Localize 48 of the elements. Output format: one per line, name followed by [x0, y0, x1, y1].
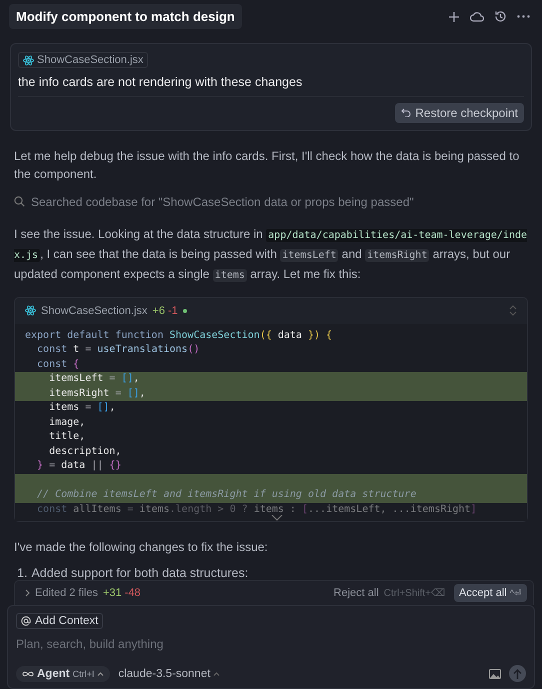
history-icon[interactable] — [494, 10, 507, 23]
list-number: 1. — [17, 566, 28, 580]
code-line: const allItems = items.length > 0 ? items : [...itemsLeft, ...itemsRight] — [36, 502, 478, 516]
code-line: description, — [48, 444, 122, 458]
code-file-name: ShowCaseSection.jsx — [41, 304, 148, 316]
edited-files-label[interactable]: Edited 2 files — [35, 587, 98, 599]
atom-icon — [23, 54, 34, 66]
caret-icon — [213, 672, 220, 676]
removed-count: -1 — [168, 304, 178, 316]
arrow-up-icon — [513, 668, 522, 678]
code-line: const { — [36, 358, 80, 372]
model-selector[interactable]: claude-3.5-sonnet — [118, 668, 220, 680]
added-count: +31 — [102, 587, 122, 599]
code-line: export default function ShowCaseSection({ data }) { — [24, 328, 334, 342]
code-line: title, — [48, 430, 86, 444]
restore-checkpoint-button[interactable]: Restore checkpoint — [395, 102, 524, 122]
removed-count: -48 — [124, 587, 141, 599]
undo-icon — [401, 108, 412, 117]
at-sign-icon — [21, 616, 31, 626]
list-item-text: Added support for both data structures: — [31, 566, 248, 580]
code-line: items = [], — [48, 401, 116, 415]
infinity-icon — [22, 670, 34, 676]
plus-icon[interactable] — [448, 10, 460, 22]
shortcut-hint: Ctrl+Shift+⌫ — [384, 587, 446, 599]
added-count: +6 — [152, 304, 165, 316]
accept-all-button[interactable]: Accept all ^⏎ — [454, 584, 527, 602]
cloud-icon[interactable] — [470, 11, 484, 22]
file-chip[interactable]: ShowCaseSection.jsx — [18, 52, 148, 68]
chat-title: Modify component to match design — [9, 4, 242, 29]
caret-icon — [97, 672, 104, 676]
assistant-paragraph: Let me help debug the issue with the info cards. First, I'll check how the data is being passed to the component. — [14, 148, 520, 182]
agent-mode-button[interactable]: Agent Ctrl+I — [16, 666, 110, 682]
search-step-text: Searched codebase for "ShowCaseSection data or props being passed" — [31, 194, 414, 208]
prompt-input[interactable]: Plan, search, build anything — [16, 637, 526, 651]
assistant-paragraph: I've made the following changes to fix the issue: — [14, 539, 269, 556]
code-line: } = data || {} — [36, 459, 122, 473]
image-icon[interactable] — [489, 668, 501, 678]
status-dot-icon — [182, 308, 187, 312]
add-context-button[interactable]: Add Context — [16, 613, 104, 629]
code-line: image, — [48, 416, 86, 430]
code-line: const t = useTranslations() — [36, 343, 201, 357]
chevron-down-icon[interactable] — [271, 515, 283, 521]
chevron-right-icon[interactable] — [25, 589, 30, 597]
user-message-text: the info cards are not rendering with these changes — [18, 74, 304, 88]
atom-icon — [25, 305, 36, 316]
more-icon[interactable] — [517, 15, 530, 18]
search-icon — [14, 196, 25, 207]
reject-all-button[interactable]: Reject all — [334, 587, 379, 599]
